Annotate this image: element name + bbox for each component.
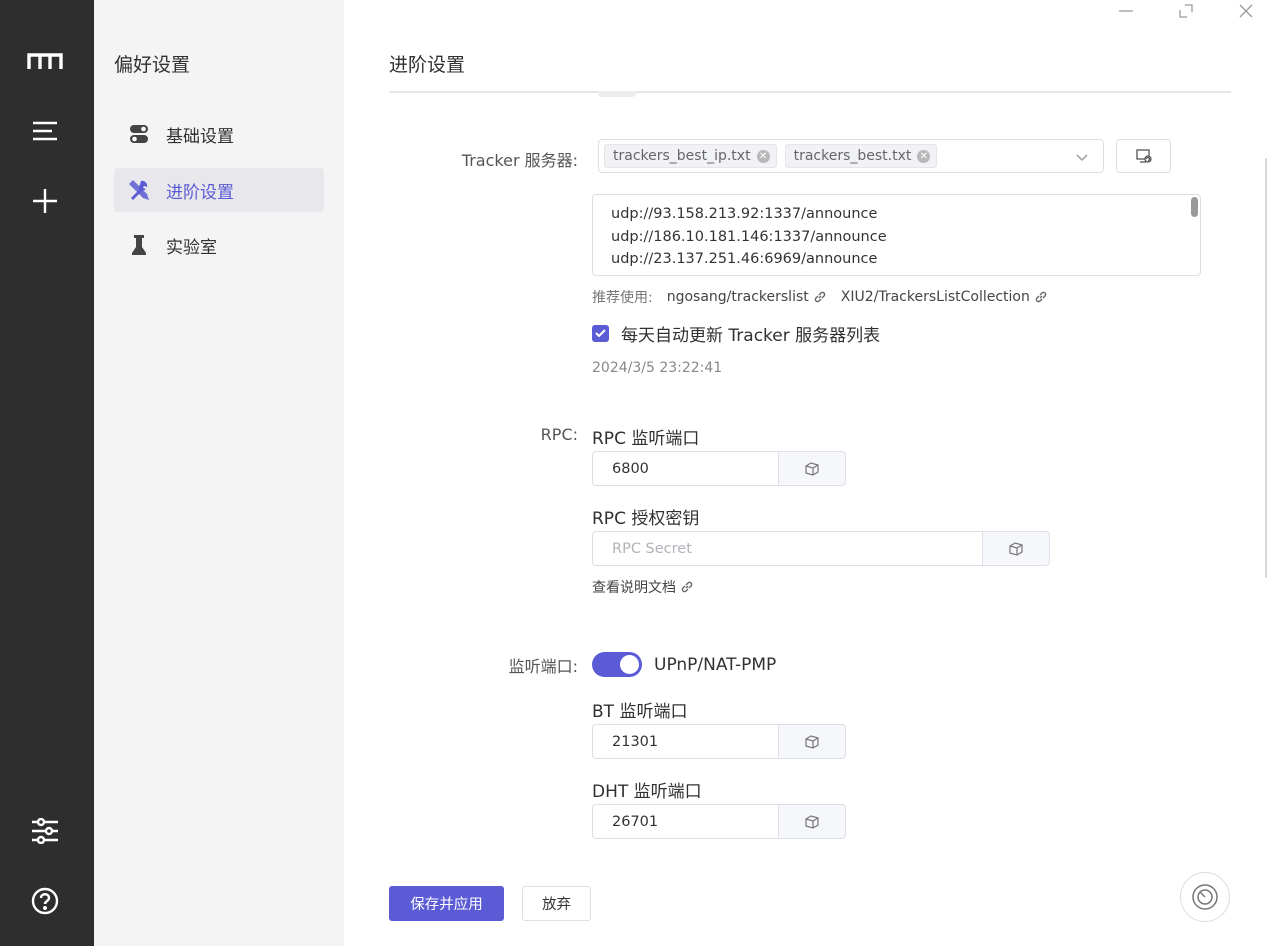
task-list-icon[interactable] bbox=[24, 110, 66, 152]
menu-item-basic[interactable]: 基础设置 bbox=[114, 112, 324, 156]
sync-tracker-button[interactable] bbox=[1116, 139, 1171, 173]
link-icon bbox=[814, 291, 825, 303]
auto-update-checkbox[interactable] bbox=[592, 325, 609, 342]
auto-update-label[interactable]: 每天自动更新 Tracker 服务器列表 bbox=[621, 321, 880, 346]
tracker-label: Tracker 服务器: bbox=[461, 151, 578, 170]
preferences-icon[interactable] bbox=[24, 810, 66, 852]
rpc-port-group: 6800 bbox=[592, 451, 846, 486]
tracker-source-tag: trackers_best.txt ✕ bbox=[784, 144, 938, 168]
scroll-indicator bbox=[598, 91, 636, 97]
speedometer-button[interactable] bbox=[1180, 872, 1230, 922]
dht-port-group: 26701 bbox=[592, 804, 846, 839]
rpc-port-title: RPC 监听端口 bbox=[592, 429, 700, 449]
random-dht-port-button[interactable] bbox=[779, 804, 846, 839]
preferences-menu: 偏好设置 基础设置 进阶设置 实验室 bbox=[94, 0, 344, 946]
dice-icon bbox=[805, 461, 819, 476]
menu-item-advanced[interactable]: 进阶设置 bbox=[114, 168, 324, 212]
tag-label: trackers_best_ip.txt bbox=[613, 148, 751, 164]
rpc-secret-title: RPC 授权密钥 bbox=[592, 509, 700, 529]
tools-icon bbox=[128, 179, 150, 201]
recommend-link-ngosang[interactable]: ngosang/trackerslist bbox=[667, 289, 827, 305]
listen-port-label: 监听端口: bbox=[508, 657, 578, 676]
flask-icon bbox=[128, 234, 150, 256]
chevron-down-icon bbox=[1075, 149, 1089, 168]
discard-button[interactable]: 放弃 bbox=[522, 886, 591, 921]
tracker-source-select[interactable]: trackers_best_ip.txt ✕ trackers_best.txt… bbox=[598, 139, 1104, 173]
dht-port-input[interactable]: 26701 bbox=[592, 804, 779, 839]
menu-item-label: 基础设置 bbox=[166, 126, 234, 147]
add-task-icon[interactable] bbox=[24, 180, 66, 222]
dht-port-title: DHT 监听端口 bbox=[592, 782, 702, 802]
menu-item-label: 实验室 bbox=[166, 237, 217, 258]
upnp-label: UPnP/NAT-PMP bbox=[654, 655, 777, 675]
link-icon bbox=[681, 581, 693, 593]
link-icon bbox=[1035, 291, 1047, 303]
rpc-label: RPC: bbox=[540, 425, 578, 444]
logo-icon[interactable] bbox=[24, 40, 66, 82]
remove-tag-icon[interactable]: ✕ bbox=[756, 149, 770, 163]
doc-link-text: 查看说明文档 bbox=[592, 580, 676, 596]
bt-port-group: 21301 bbox=[592, 724, 846, 759]
tracker-recommend: 推荐使用: ngosang/trackerslist XIU2/Trackers… bbox=[592, 287, 1048, 307]
close-icon[interactable] bbox=[1226, 0, 1266, 22]
random-bt-port-button[interactable] bbox=[779, 724, 846, 759]
bt-port-input[interactable]: 21301 bbox=[592, 724, 779, 759]
tracker-url: udp://23.137.251.46:6969/announce bbox=[611, 251, 878, 267]
tracker-source-tag: trackers_best_ip.txt ✕ bbox=[604, 144, 777, 168]
sync-icon bbox=[1135, 149, 1152, 163]
header-divider bbox=[389, 91, 1231, 93]
settings-panel: 进阶设置 Tracker 服务器: trackers_best_ip.txt ✕… bbox=[344, 0, 1267, 946]
upnp-toggle[interactable] bbox=[592, 652, 642, 677]
dice-icon bbox=[1009, 541, 1023, 556]
toggle-icon bbox=[128, 123, 150, 145]
help-icon[interactable] bbox=[24, 880, 66, 922]
last-updated-time: 2024/3/5 23:22:41 bbox=[592, 360, 723, 376]
check-icon bbox=[595, 329, 606, 338]
menu-title: 偏好设置 bbox=[114, 54, 191, 76]
recommend-link-xiu2[interactable]: XIU2/TrackersListCollection bbox=[841, 289, 1048, 305]
rpc-secret-group: RPC Secret bbox=[592, 531, 1050, 566]
maximize-icon[interactable] bbox=[1166, 0, 1206, 22]
link-text: ngosang/trackerslist bbox=[666, 289, 809, 305]
tracker-url: udp://186.10.181.146:1337/announce bbox=[611, 228, 887, 245]
menu-item-label: 进阶设置 bbox=[166, 182, 234, 203]
random-port-button[interactable] bbox=[779, 451, 846, 486]
remove-tag-icon[interactable]: ✕ bbox=[917, 149, 931, 163]
rpc-doc-link[interactable]: 查看说明文档 bbox=[592, 577, 694, 597]
menu-item-lab[interactable]: 实验室 bbox=[114, 223, 324, 267]
toggle-knob bbox=[620, 655, 639, 674]
page-title: 进阶设置 bbox=[389, 54, 466, 76]
rpc-secret-input[interactable]: RPC Secret bbox=[592, 531, 983, 566]
minimize-icon[interactable] bbox=[1106, 0, 1146, 22]
link-text: XIU2/TrackersListCollection bbox=[840, 289, 1030, 305]
tracker-url: udp://93.158.213.92:1337/announce bbox=[611, 206, 878, 222]
app-sidebar bbox=[0, 0, 94, 946]
speedometer-icon bbox=[1192, 884, 1218, 910]
tag-label: trackers_best.txt bbox=[793, 148, 912, 164]
random-secret-button[interactable] bbox=[983, 531, 1050, 566]
recommend-prefix: 推荐使用: bbox=[592, 290, 653, 306]
textarea-scrollbar[interactable] bbox=[1191, 197, 1198, 217]
rpc-port-input[interactable]: 6800 bbox=[592, 451, 779, 486]
bt-port-title: BT 监听端口 bbox=[592, 702, 688, 722]
save-apply-button[interactable]: 保存并应用 bbox=[389, 886, 504, 921]
tracker-list-textarea[interactable]: udp://93.158.213.92:1337/announce udp://… bbox=[592, 194, 1201, 276]
dice-icon bbox=[805, 734, 819, 749]
dice-icon bbox=[805, 814, 819, 829]
